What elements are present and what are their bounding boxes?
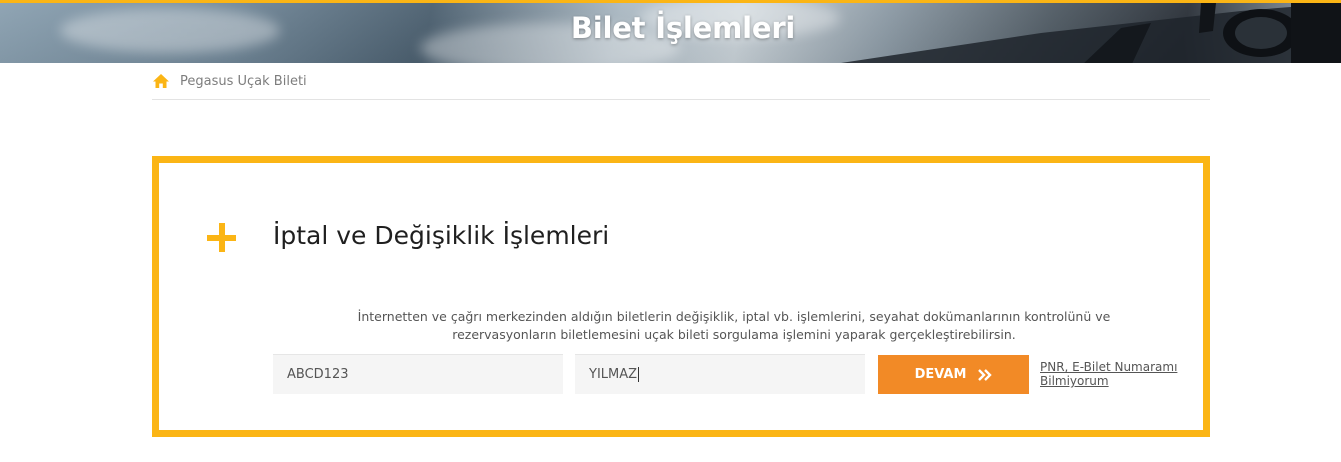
breadcrumb-item-pegasus[interactable]: Pegasus Uçak Bileti [180, 74, 307, 89]
pnr-input[interactable]: ABCD123 [273, 354, 563, 394]
breadcrumb: Pegasus Uçak Bileti [152, 63, 1210, 100]
double-chevron-right-icon [978, 368, 993, 381]
text-cursor [638, 367, 640, 382]
cancel-change-panel: İptal ve Değişiklik İşlemleri İnternette… [152, 156, 1210, 437]
description-line-1: İnternetten ve çağrı merkezinden aldığın… [357, 309, 1111, 324]
panel-description: İnternetten ve çağrı merkezinden aldığın… [339, 308, 1129, 344]
plus-icon[interactable] [207, 223, 237, 253]
description-line-2: rezervasyonların biletlemesini uçak bile… [452, 327, 1016, 342]
page-title: Bilet İşlemleri [570, 11, 796, 45]
continue-button[interactable]: DEVAM [878, 355, 1029, 394]
header-banner: Bilet İşlemleri [0, 0, 1341, 63]
panel-title: İptal ve Değişiklik İşlemleri [273, 221, 610, 250]
continue-button-label: DEVAM [914, 367, 967, 382]
home-icon[interactable] [152, 72, 170, 90]
forgot-pnr-link[interactable]: PNR, E-Bilet Numaramı Bilmiyorum [1040, 360, 1190, 388]
surname-input-value: YILMAZ [589, 367, 638, 382]
forgot-pnr-link-line-2: Bilmiyorum [1040, 374, 1109, 388]
forgot-pnr-link-line-1: PNR, E-Bilet Numaramı [1040, 360, 1178, 374]
pnr-input-value: ABCD123 [287, 367, 349, 382]
surname-input[interactable]: YILMAZ [575, 354, 865, 394]
